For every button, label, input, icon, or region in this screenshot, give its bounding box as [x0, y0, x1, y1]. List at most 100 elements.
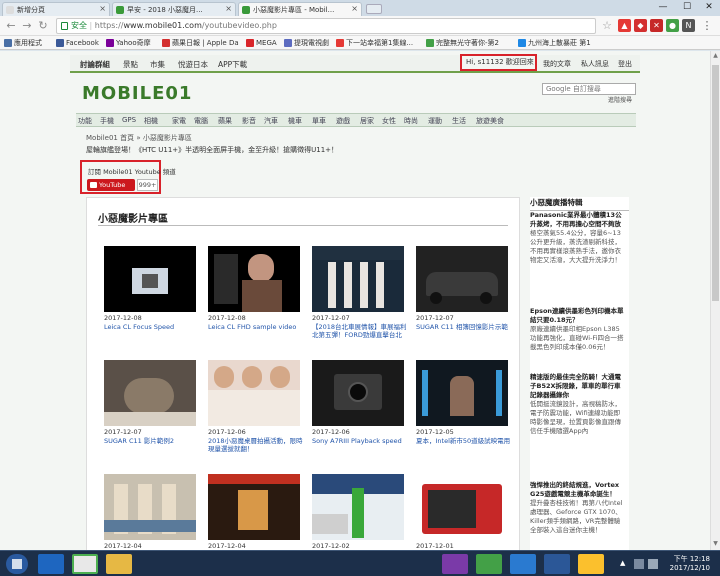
cat-item[interactable]: GPS	[122, 116, 136, 124]
ie-icon[interactable]	[38, 554, 64, 574]
extension-x-icon[interactable]: ✕	[650, 19, 663, 32]
nav-app-download[interactable]: APP下載	[218, 59, 247, 70]
video-title[interactable]: Sony A7RIII Playback speed	[312, 437, 408, 445]
bookmark-drama1[interactable]: 下一站幸福第1集線...	[336, 36, 413, 49]
cat-item[interactable]: 女性	[382, 116, 396, 126]
cat-item[interactable]: 影音	[242, 116, 256, 126]
cat-item[interactable]: 機車	[288, 116, 302, 126]
cat-item[interactable]: 功能	[78, 116, 92, 126]
video-card[interactable]: 2017-12-04	[104, 474, 196, 550]
bookmark-apple-daily[interactable]: 蘋果日報 | Apple Da	[162, 36, 239, 49]
video-thumbnail[interactable]	[416, 246, 508, 312]
sidebar-item[interactable]: Epson連續供墨彩色列印機本單結只要0.18元？ 原廠連續供墨印相Epson …	[530, 307, 626, 352]
video-card[interactable]: 2017-12-08 Leica CL Focus Speed	[104, 246, 196, 354]
cat-item[interactable]: 相機	[144, 116, 158, 126]
bookmark-drama2[interactable]: 完整無光守著你-第2	[426, 36, 499, 49]
taskbar-clock[interactable]: 下午 12:18 2017/12/10	[664, 555, 710, 573]
mobile01-logo[interactable]: MOBILE01	[82, 80, 212, 104]
mobile01-icon[interactable]	[476, 554, 502, 574]
start-button[interactable]	[6, 554, 28, 574]
forward-arrow-icon[interactable]: →	[20, 19, 34, 33]
sidebar-item-title[interactable]: 精速版的最佳完全防騎！大通電子B52X拆限錄，單車的單行車記錄器攝錄你	[530, 373, 626, 400]
video-thumbnail[interactable]	[416, 474, 508, 540]
video-card[interactable]: 2017-12-07 SUGAR C11 影片範例2	[104, 360, 196, 468]
cat-item[interactable]: 蘋果	[218, 116, 232, 126]
notification-arrow-icon[interactable]: ▲	[620, 559, 628, 569]
cat-item[interactable]: 電腦	[194, 116, 208, 126]
video-thumbnail[interactable]	[312, 474, 404, 540]
cat-item[interactable]: 旅遊美食	[476, 116, 504, 126]
video-card[interactable]: 2017-12-01	[416, 474, 508, 550]
scroll-up-icon[interactable]: ▲	[711, 51, 720, 61]
nav-spots[interactable]: 景點	[123, 59, 138, 70]
tab-video-zone[interactable]: 小惡魔影片專區 - Mobil... ×	[238, 2, 362, 16]
breadcrumb-current[interactable]: 小惡魔影片專區	[143, 134, 192, 142]
promo-notice[interactable]: 屋輪旗艦登場！《HTC U11+》半透明全面屏手機，金至升級！搶購徵得U11+！	[86, 145, 338, 155]
sidebar-item-title[interactable]: 強悍推出的終結規進，Vortex G25遊戲電競主機革命誕生！	[530, 481, 626, 499]
windows-media-icon[interactable]	[510, 554, 536, 574]
cat-item[interactable]: 生活	[452, 116, 466, 126]
video-thumbnail[interactable]	[208, 360, 300, 426]
reload-icon[interactable]: ↻	[36, 19, 50, 33]
video-title[interactable]: 2018小惡魔桌曆拍攝活動，限時現量選拔就翻！	[208, 437, 304, 453]
video-card[interactable]: 2017-12-07 【2018台北車展情報】車展福利北第五彈！FORD勁爆直擊…	[312, 246, 407, 354]
video-title[interactable]: SUGAR C11 相簿回憶影片示範	[416, 323, 512, 331]
minimize-button[interactable]: —	[652, 0, 674, 14]
advanced-search-link[interactable]: 進階搜尋	[608, 95, 632, 104]
chrome-menu-icon[interactable]: ⋮	[700, 19, 714, 33]
video-thumbnail[interactable]	[104, 360, 196, 426]
sidebar-item[interactable]: 精速版的最佳完全防騎！大通電子B52X拆限錄，單車的單行車記錄器攝錄你 低開挺流…	[530, 373, 626, 436]
video-card[interactable]: 2017-12-02	[312, 474, 404, 550]
cat-item[interactable]: 家電	[172, 116, 186, 126]
sidebar-item-title[interactable]: Epson連續供墨彩色列印機本單結只要0.18元？	[530, 307, 626, 325]
extension-red-icon[interactable]: ▲	[618, 19, 631, 32]
cat-item[interactable]: 遊戲	[336, 116, 350, 126]
site-search-input[interactable]: Google 自訂搜尋	[542, 83, 636, 95]
nav-japan[interactable]: 悅遊日本	[178, 59, 208, 70]
chrome-alt-icon[interactable]	[578, 554, 604, 574]
link-my-posts[interactable]: 我的文章	[543, 59, 571, 69]
explorer-icon[interactable]	[106, 554, 132, 574]
volume-icon[interactable]	[648, 559, 658, 569]
word-icon[interactable]	[544, 554, 570, 574]
video-thumbnail[interactable]	[104, 474, 196, 540]
bookmark-star-icon[interactable]: ☆	[600, 19, 614, 33]
video-card[interactable]: 2017-12-07 SUGAR C11 相簿回憶影片示範	[416, 246, 508, 354]
extension-abp-icon[interactable]: ◆	[634, 19, 647, 32]
tab-close-icon[interactable]: ×	[99, 4, 106, 13]
cat-item[interactable]: 汽車	[264, 116, 278, 126]
link-private-messages[interactable]: 私人訊息	[581, 59, 609, 69]
tab-close-icon[interactable]: ×	[225, 4, 232, 13]
video-thumbnail[interactable]	[312, 246, 404, 312]
video-thumbnail[interactable]	[104, 246, 196, 312]
tab-calendar[interactable]: 早安 - 2018 小惡魔月... ×	[112, 2, 236, 16]
new-tab-button[interactable]	[366, 4, 382, 14]
link-logout[interactable]: 登出	[618, 59, 632, 69]
cat-item[interactable]: 運動	[428, 116, 442, 126]
maximize-button[interactable]: ☐	[676, 0, 698, 14]
breadcrumb-home[interactable]: Mobile01 首頁	[86, 134, 134, 142]
video-title[interactable]: Leica CL Focus Speed	[104, 323, 200, 331]
video-card[interactable]: 2017-12-05 夏本，Intel新市50道級試映電用	[416, 360, 510, 468]
tab-close-icon[interactable]: ×	[351, 4, 358, 13]
video-card[interactable]: 2017-12-08 Leica CL FHD sample video	[208, 246, 300, 354]
nav-forum[interactable]: 討論群組	[80, 59, 110, 70]
video-title[interactable]: 【2018台北車展情報】車展福利北第五彈！FORD勁爆直擊台北	[312, 323, 408, 339]
tab-new-tab[interactable]: 新增分頁 ×	[2, 2, 110, 16]
cat-item[interactable]: 手機	[100, 116, 114, 126]
extension-green-icon[interactable]: ●	[666, 19, 679, 32]
video-card[interactable]: 2017-12-04	[208, 474, 300, 550]
url-input[interactable]: 安全 | https://www.mobile01.com/youtubevid…	[56, 18, 596, 34]
video-title[interactable]: 夏本，Intel新市50道級試映電用	[416, 437, 512, 445]
video-card[interactable]: 2017-12-06 Sony A7RIII Playback speed	[312, 360, 404, 468]
back-arrow-icon[interactable]: ←	[4, 19, 18, 33]
cat-item[interactable]: 居家	[360, 116, 374, 126]
sidebar-item-title[interactable]: Panasonic業界最小體積13公升蒸烤，不用再擔心空間不夠放	[530, 211, 626, 229]
bookmark-mega[interactable]: MEGA	[246, 36, 277, 49]
nav-market[interactable]: 市集	[150, 59, 165, 70]
bookmark-facebook[interactable]: Facebook	[56, 36, 99, 49]
page-scrollbar[interactable]: ▲ ▼	[710, 51, 720, 550]
video-thumbnail[interactable]	[208, 246, 300, 312]
video-thumbnail[interactable]	[416, 360, 508, 426]
scrollbar-thumb[interactable]	[712, 65, 719, 301]
